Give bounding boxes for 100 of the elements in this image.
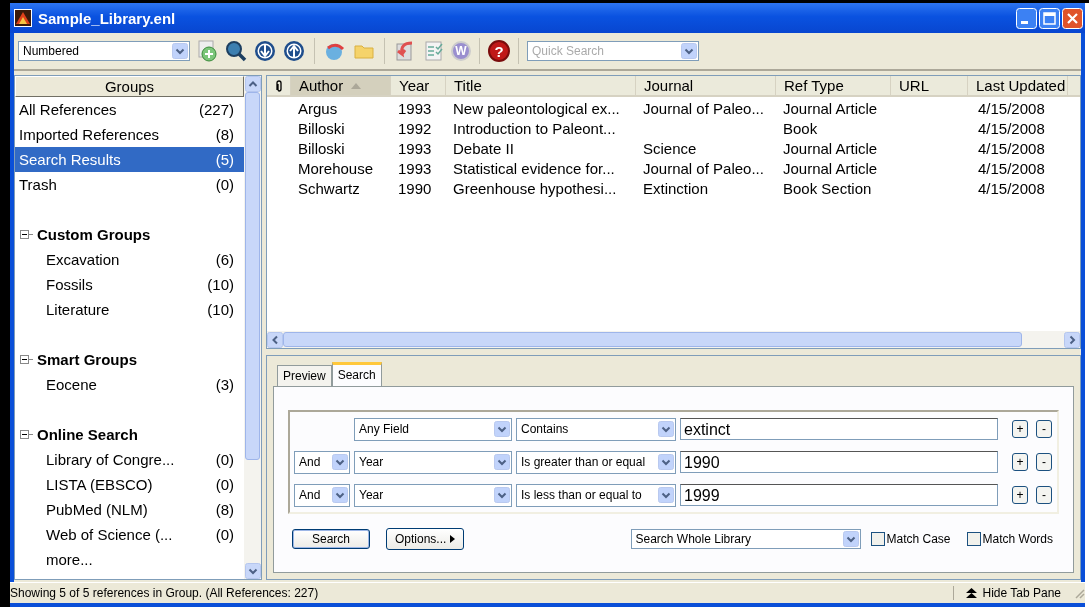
table-cell-text: Journal Article [782, 99, 879, 117]
table-cell-text: Science [642, 139, 698, 157]
window-title: Sample_Library.enl [38, 9, 177, 27]
field-select[interactable]: Any Field [354, 417, 512, 441]
remove-criterion-button[interactable]: - [1036, 453, 1052, 471]
close-button[interactable] [1062, 7, 1083, 29]
connector-select[interactable]: And [294, 483, 350, 507]
column-header[interactable]: Title [446, 76, 636, 95]
column-header[interactable]: Year [391, 76, 446, 95]
column-header[interactable]: Last Updated [968, 76, 1068, 95]
table-cell-text: Book Section [782, 179, 873, 197]
search-button[interactable]: Search [292, 529, 370, 549]
download-icon[interactable] [254, 40, 276, 62]
collapse-icon[interactable] [20, 430, 29, 439]
table-cell-text: Schwartz [297, 179, 361, 197]
operator-select[interactable]: Is less than or equal to [516, 483, 676, 507]
column-header[interactable]: Author [291, 76, 391, 95]
quick-search-box[interactable]: Quick Search [527, 41, 699, 61]
group-item[interactable]: Library of Congre... (0) [15, 447, 244, 472]
group-item[interactable]: Excavation (6) [15, 247, 244, 272]
table-cell-text: New paleontological ex... [452, 99, 621, 117]
triangle-right-icon [450, 535, 456, 543]
group-item[interactable]: Fossils (10) [15, 272, 244, 297]
options-button[interactable]: Options... [386, 528, 465, 550]
table-cell-text: Extinction [642, 179, 710, 197]
group-item[interactable]: Search Results (5) [15, 147, 244, 172]
group-section-title[interactable]: Smart Groups [37, 351, 138, 368]
table-cell-text: 4/15/2008 [977, 99, 1046, 117]
field-select[interactable]: Year [354, 483, 512, 507]
operator-select[interactable]: Contains [516, 417, 676, 441]
search-icon[interactable] [225, 40, 247, 62]
operator-select[interactable]: Is greater than or equal [516, 450, 676, 474]
output-style-select[interactable]: Numbered [18, 41, 190, 61]
group-item[interactable]: PubMed (NLM) (8) [15, 497, 244, 522]
scrollbar-thumb[interactable] [283, 332, 1022, 347]
help-button[interactable]: ? [488, 40, 510, 62]
group-item[interactable]: LISTA (EBSCO) (0) [15, 472, 244, 497]
resize-grip-icon [1073, 587, 1085, 599]
scroll-right-button[interactable] [1064, 331, 1080, 348]
group-item[interactable]: Eocene (3) [15, 372, 244, 397]
scope-select[interactable]: Search Whole Library [630, 529, 861, 549]
scroll-up-button[interactable] [244, 76, 261, 92]
scroll-down-button[interactable] [244, 563, 261, 579]
table-cell-text: Journal of Paleo... [642, 99, 765, 117]
checkbox-label[interactable]: Match Words [982, 532, 1053, 546]
hide-tab-pane-button[interactable]: Hide Tab Pane [953, 586, 1073, 600]
checkbox[interactable] [966, 532, 981, 546]
remove-criterion-button[interactable]: - [1036, 486, 1052, 504]
minimize-button[interactable] [1016, 7, 1037, 29]
connector-select[interactable]: And [294, 450, 350, 474]
collapse-icon[interactable] [20, 355, 29, 364]
table-cell-text: 4/15/2008 [977, 119, 1046, 137]
table-cell-text: Billoski [297, 119, 346, 137]
add-criterion-button[interactable]: + [1012, 453, 1028, 471]
groups-header[interactable]: Groups [15, 76, 244, 97]
value-field[interactable]: extinct [680, 418, 998, 440]
table-cell-text: 4/15/2008 [977, 179, 1046, 197]
table-cell-text: 4/15/2008 [977, 159, 1046, 177]
table-cell-text: 1993 [397, 139, 433, 157]
table-cell-text: 1990 [397, 179, 433, 197]
scrollbar-thumb[interactable] [245, 92, 260, 460]
column-header[interactable]: URL [891, 76, 968, 95]
app-icon [14, 9, 32, 27]
table-cell-text: Morehouse [297, 159, 375, 177]
checklist-icon[interactable] [423, 40, 445, 62]
table-cell-text: 4/15/2008 [977, 139, 1046, 157]
group-section-title[interactable]: Online Search [37, 426, 138, 443]
remove-criterion-button[interactable]: - [1036, 420, 1052, 438]
table-cell-text: Book [782, 119, 819, 137]
scroll-left-button[interactable] [267, 331, 283, 348]
table-cell-text: 1992 [397, 119, 433, 137]
checkbox-label[interactable]: Match Case [886, 532, 951, 546]
column-header[interactable]: Journal [636, 76, 776, 95]
value-field[interactable]: 1999 [680, 484, 998, 506]
column-header[interactable]: Ref Type [776, 76, 891, 95]
add-criterion-button[interactable]: + [1012, 486, 1028, 504]
group-item[interactable]: All References (227) [15, 97, 244, 122]
value-field[interactable]: 1990 [680, 451, 998, 473]
add-criterion-button[interactable]: + [1012, 420, 1028, 438]
collapse-icon[interactable] [20, 230, 29, 239]
group-item[interactable]: more... [15, 547, 244, 572]
group-item[interactable]: Imported References (8) [15, 122, 244, 147]
table-cell-text: 1993 [397, 159, 433, 177]
table-cell-text: Greenhouse hypothesi... [452, 179, 618, 197]
maximize-button[interactable] [1039, 7, 1060, 29]
paperclip-icon [275, 79, 283, 92]
upload-icon[interactable] [283, 40, 305, 62]
table-cell-text: Argus [297, 99, 339, 117]
vertical-scrollbar[interactable] [244, 76, 261, 579]
group-section-title[interactable]: Custom Groups [37, 226, 151, 243]
table-cell-text: Statistical evidence for... [452, 159, 616, 177]
horizontal-scrollbar[interactable] [267, 331, 1080, 348]
group-item[interactable]: Trash (0) [15, 172, 244, 197]
group-item[interactable]: Literature (10) [15, 297, 244, 322]
group-item[interactable]: Web of Science (... (0) [15, 522, 244, 547]
tab[interactable]: Preview [277, 365, 332, 386]
field-select[interactable]: Year [354, 450, 512, 474]
status-text: Showing 5 of 5 references in Group. (All References: 227) [10, 586, 320, 600]
new-reference-icon[interactable] [196, 40, 218, 62]
checkbox[interactable] [870, 532, 885, 546]
